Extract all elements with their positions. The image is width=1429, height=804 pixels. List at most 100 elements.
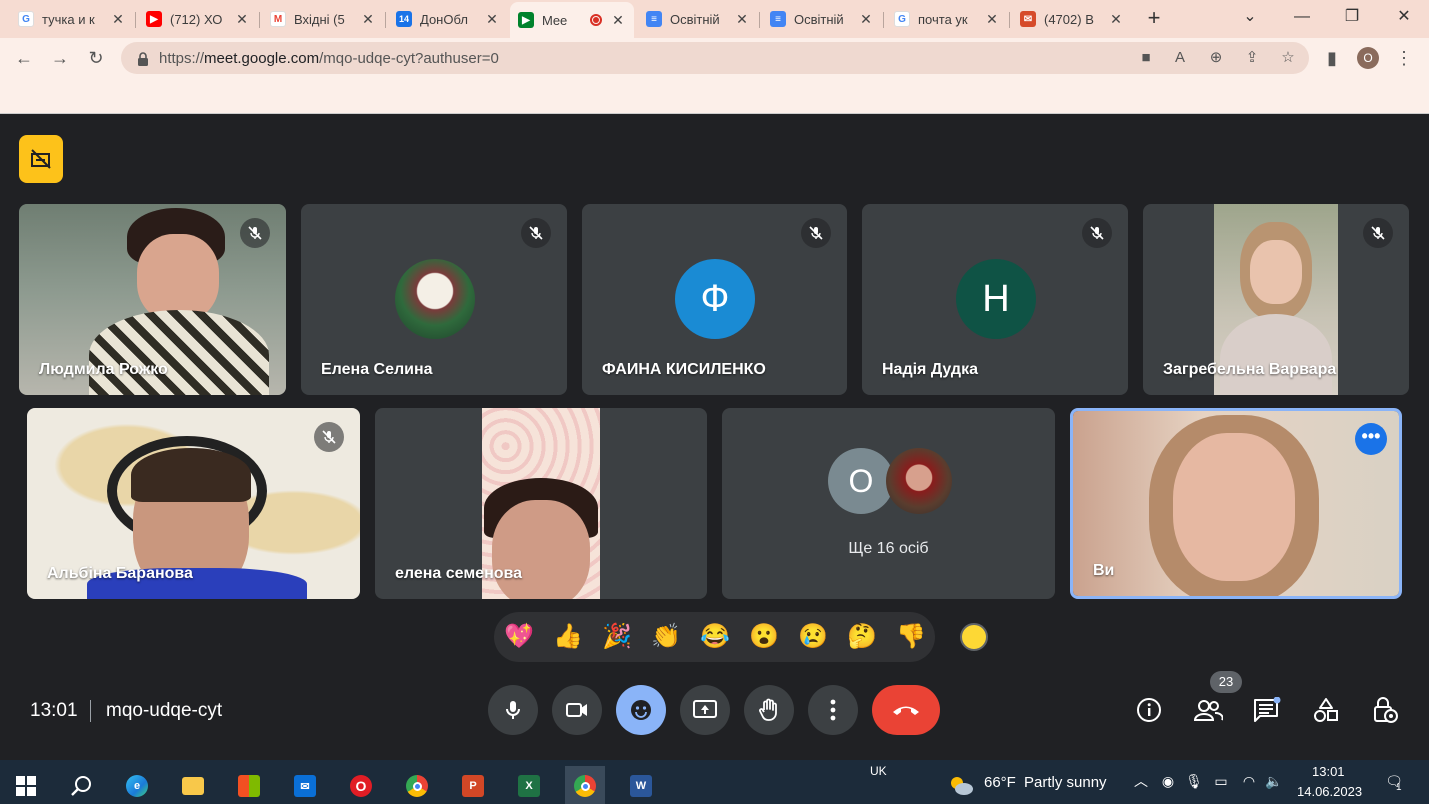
restore-window-icon[interactable]: ❐ (1339, 6, 1365, 30)
profile-avatar[interactable]: O (1357, 47, 1379, 69)
more-options-button[interactable] (808, 685, 858, 735)
browser-tab[interactable]: 14 ДонОбл ✕ (388, 4, 508, 34)
reload-icon[interactable]: ↻ (84, 46, 108, 70)
notifications-icon[interactable]: 🗨 (1381, 770, 1407, 792)
webcam-in-use-icon[interactable]: ◉ (1158, 770, 1178, 792)
close-tab-icon[interactable]: ✕ (234, 11, 250, 28)
surprised-reaction[interactable]: 😮 (749, 623, 779, 651)
present-screen-button[interactable] (680, 685, 730, 735)
participant-tile[interactable]: Н Надія Дудка (862, 204, 1128, 395)
microphone-button[interactable] (488, 685, 538, 735)
camera-button[interactable] (552, 685, 602, 735)
participant-tile[interactable]: Ф ФАИНА КИСИЛЕНКО (582, 204, 847, 395)
leave-call-button[interactable] (872, 685, 940, 735)
people-button[interactable] (1193, 695, 1223, 725)
bookmark-star-icon[interactable]: ☆ (1279, 49, 1297, 67)
opera-browser-icon[interactable]: O (341, 766, 381, 804)
browser-tab[interactable]: ▶ (712) ХО ✕ (138, 4, 258, 34)
menu-dots-icon[interactable]: ⋮ (1392, 46, 1416, 70)
participant-name: Загребельна Варвара (1163, 361, 1337, 378)
close-window-icon[interactable]: ✕ (1391, 6, 1417, 30)
sparkling-heart-reaction[interactable]: 💖 (504, 623, 534, 651)
tab-search-chevron-icon[interactable]: ⌄ (1237, 6, 1263, 30)
clapping-reaction[interactable]: 👏 (651, 623, 681, 651)
crying-reaction[interactable]: 😢 (798, 623, 828, 651)
close-tab-icon[interactable]: ✕ (734, 11, 750, 28)
windows-start-icon[interactable] (6, 766, 46, 804)
close-tab-icon[interactable]: ✕ (858, 11, 874, 28)
taskbar-clock-time[interactable]: 13:01 (1312, 764, 1345, 779)
battery-icon[interactable]: ▭ (1211, 770, 1231, 792)
browser-tab[interactable]: ✉ (4702) В ✕ (1012, 4, 1132, 34)
participant-tile[interactable]: Загребельна Варвара (1143, 204, 1409, 395)
microphone-in-use-icon[interactable]: 🎙 (1184, 770, 1204, 792)
chrome-browser-icon[interactable] (397, 766, 437, 804)
taskbar-clock-date[interactable]: 14.06.2023 (1297, 784, 1362, 799)
raise-hand-icon (759, 698, 777, 721)
browser-tab-active[interactable]: ▶ Mee ✕ (510, 2, 634, 38)
search-icon[interactable] (62, 766, 102, 804)
chat-button[interactable] (1252, 695, 1282, 725)
close-tab-icon[interactable]: ✕ (1108, 11, 1124, 28)
participant-tile[interactable]: Альбіна Баранова (27, 408, 360, 599)
close-tab-icon[interactable]: ✕ (484, 11, 500, 28)
lock-icon (138, 52, 148, 66)
recording-badge[interactable] (19, 135, 63, 183)
more-options-button[interactable]: ••• (1355, 423, 1387, 455)
laughing-reaction[interactable]: 😂 (700, 623, 730, 651)
powerpoint-icon[interactable]: P (453, 766, 493, 804)
browser-tab[interactable]: M Вхідні (5 ✕ (262, 4, 384, 34)
browser-tab[interactable]: ≡ Освітній ✕ (638, 4, 758, 34)
more-participants-tile[interactable]: О Ще 16 осіб (722, 408, 1055, 599)
meeting-details-button[interactable] (1134, 695, 1164, 725)
docs-icon: ≡ (646, 11, 662, 27)
minimize-window-icon[interactable]: — (1289, 6, 1315, 30)
input-language[interactable]: UK (870, 764, 887, 778)
self-view-tile[interactable]: ••• Ви (1070, 408, 1402, 599)
microsoft-store-icon[interactable] (229, 766, 269, 804)
thumbs-down-reaction[interactable]: 👎 (896, 623, 926, 651)
emoji-smile-icon (631, 700, 651, 720)
participant-tile[interactable]: Елена Селина (301, 204, 567, 395)
host-controls-button[interactable] (1370, 695, 1400, 725)
new-tab-button[interactable]: + (1141, 6, 1167, 32)
zoom-icon[interactable]: ⊕ (1207, 49, 1225, 67)
forward-arrow-icon[interactable]: → (48, 46, 72, 70)
party-popper-reaction[interactable]: 🎉 (602, 623, 632, 651)
back-arrow-icon[interactable]: ← (12, 46, 36, 70)
raise-hand-button[interactable] (744, 685, 794, 735)
close-tab-icon[interactable]: ✕ (610, 12, 626, 29)
mail-app-icon[interactable]: ✉ (285, 766, 325, 804)
mail-icon: ✉ (1020, 11, 1036, 27)
participant-tile[interactable]: Людмила Рожко (19, 204, 286, 395)
translate-icon[interactable]: A (1171, 49, 1189, 67)
file-explorer-icon[interactable] (173, 766, 213, 804)
wifi-icon[interactable]: ◠ (1239, 770, 1259, 792)
chrome-active-window-icon[interactable] (565, 766, 605, 804)
edge-browser-icon[interactable]: e (117, 766, 157, 804)
show-hidden-icons-chevron-icon[interactable]: ︿ (1131, 770, 1151, 792)
share-icon[interactable]: ⇪ (1243, 49, 1261, 67)
info-icon (1137, 698, 1161, 722)
word-icon[interactable]: W (621, 766, 661, 804)
close-tab-icon[interactable]: ✕ (360, 11, 376, 28)
side-panel-icon[interactable]: ▮ (1320, 46, 1344, 70)
weather-partly-sunny-icon[interactable] (941, 766, 981, 804)
close-tab-icon[interactable]: ✕ (110, 11, 126, 28)
weather-description[interactable]: Partly sunny (1024, 774, 1107, 791)
browser-tab[interactable]: ≡ Освітній ✕ (762, 4, 882, 34)
participant-tile[interactable]: елена семенова (375, 408, 707, 599)
volume-icon[interactable]: 🔈 (1264, 770, 1284, 792)
reactions-button[interactable] (616, 685, 666, 735)
close-tab-icon[interactable]: ✕ (984, 11, 1000, 28)
browser-tab[interactable]: G тучка и к ✕ (10, 4, 134, 34)
weather-temperature[interactable]: 66°F (984, 774, 1016, 791)
thinking-reaction[interactable]: 🤔 (847, 623, 877, 651)
activities-button[interactable] (1311, 695, 1341, 725)
address-bar[interactable]: https://meet.google.com/mqo-udqe-cyt?aut… (121, 42, 1309, 74)
camera-in-use-icon[interactable]: ■ (1137, 49, 1155, 67)
thumbs-up-reaction[interactable]: 👍 (553, 623, 583, 651)
skin-tone-selector[interactable] (960, 623, 988, 651)
browser-tab[interactable]: G почта ук ✕ (886, 4, 1008, 34)
excel-icon[interactable]: X (509, 766, 549, 804)
